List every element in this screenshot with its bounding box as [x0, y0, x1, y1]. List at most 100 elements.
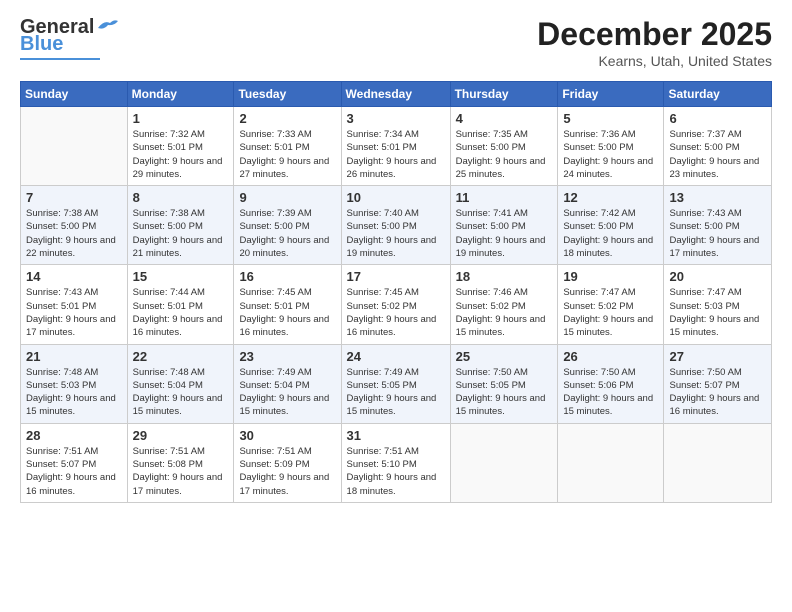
sun-info: Sunrise: 7:49 AMSunset: 5:04 PMDaylight:…: [239, 366, 335, 419]
sun-info: Sunrise: 7:32 AMSunset: 5:01 PMDaylight:…: [133, 128, 229, 181]
day-number: 4: [456, 111, 553, 126]
day-number: 2: [239, 111, 335, 126]
day-number: 19: [563, 269, 658, 284]
calendar-cell: 23 Sunrise: 7:49 AMSunset: 5:04 PMDayligh…: [234, 344, 341, 423]
col-header-friday: Friday: [558, 82, 664, 107]
sun-info: Sunrise: 7:47 AMSunset: 5:03 PMDaylight:…: [669, 286, 766, 339]
calendar-cell: 19 Sunrise: 7:47 AMSunset: 5:02 PMDayligh…: [558, 265, 664, 344]
day-number: 31: [347, 428, 445, 443]
calendar-cell: 30 Sunrise: 7:51 AMSunset: 5:09 PMDayligh…: [234, 423, 341, 502]
calendar-cell: 10Sunrise: 7:40 AMSunset: 5:00 PMDayligh…: [341, 186, 450, 265]
day-number: 18: [456, 269, 553, 284]
col-header-tuesday: Tuesday: [234, 82, 341, 107]
day-number: 30: [239, 428, 335, 443]
sun-info: Sunrise: 7:51 AMSunset: 5:09 PMDaylight:…: [239, 445, 335, 498]
day-number: 29: [133, 428, 229, 443]
day-number: 11: [456, 190, 553, 205]
calendar-cell: [450, 423, 558, 502]
col-header-saturday: Saturday: [664, 82, 772, 107]
calendar-cell: 22Sunrise: 7:48 AMSunset: 5:04 PMDayligh…: [127, 344, 234, 423]
calendar-week-row: 1 Sunrise: 7:32 AMSunset: 5:01 PMDaylight…: [21, 107, 772, 186]
calendar: SundayMondayTuesdayWednesdayThursdayFrid…: [20, 81, 772, 503]
sun-info: Sunrise: 7:41 AMSunset: 5:00 PMDaylight:…: [456, 207, 553, 260]
col-header-monday: Monday: [127, 82, 234, 107]
day-number: 8: [133, 190, 229, 205]
day-number: 24: [347, 349, 445, 364]
calendar-week-row: 28Sunrise: 7:51 AMSunset: 5:07 PMDayligh…: [21, 423, 772, 502]
sun-info: Sunrise: 7:38 AMSunset: 5:00 PMDaylight:…: [26, 207, 122, 260]
col-header-wednesday: Wednesday: [341, 82, 450, 107]
sun-info: Sunrise: 7:50 AMSunset: 5:07 PMDaylight:…: [669, 366, 766, 419]
sun-info: Sunrise: 7:36 AMSunset: 5:00 PMDaylight:…: [563, 128, 658, 181]
title-block: December 2025 Kearns, Utah, United State…: [537, 16, 772, 69]
calendar-cell: 11 Sunrise: 7:41 AMSunset: 5:00 PMDayligh…: [450, 186, 558, 265]
calendar-cell: 12Sunrise: 7:42 AMSunset: 5:00 PMDayligh…: [558, 186, 664, 265]
sun-info: Sunrise: 7:37 AMSunset: 5:00 PMDaylight:…: [669, 128, 766, 181]
month-title: December 2025: [537, 16, 772, 53]
calendar-cell: 21 Sunrise: 7:48 AMSunset: 5:03 PMDayligh…: [21, 344, 128, 423]
logo-blue: Blue: [20, 33, 63, 56]
day-number: 27: [669, 349, 766, 364]
calendar-cell: 14 Sunrise: 7:43 AMSunset: 5:01 PMDayligh…: [21, 265, 128, 344]
day-number: 21: [26, 349, 122, 364]
day-number: 9: [239, 190, 335, 205]
sun-info: Sunrise: 7:44 AMSunset: 5:01 PMDaylight:…: [133, 286, 229, 339]
sun-info: Sunrise: 7:34 AMSunset: 5:01 PMDaylight:…: [347, 128, 445, 181]
day-number: 5: [563, 111, 658, 126]
logo: General Blue: [20, 16, 118, 60]
sun-info: Sunrise: 7:50 AMSunset: 5:06 PMDaylight:…: [563, 366, 658, 419]
calendar-cell: 24 Sunrise: 7:49 AMSunset: 5:05 PMDayligh…: [341, 344, 450, 423]
logo-bird-icon: [96, 18, 118, 32]
day-number: 14: [26, 269, 122, 284]
calendar-week-row: 21 Sunrise: 7:48 AMSunset: 5:03 PMDayligh…: [21, 344, 772, 423]
sun-info: Sunrise: 7:48 AMSunset: 5:03 PMDaylight:…: [26, 366, 122, 419]
day-number: 10: [347, 190, 445, 205]
day-number: 17: [347, 269, 445, 284]
day-number: 25: [456, 349, 553, 364]
sun-info: Sunrise: 7:50 AMSunset: 5:05 PMDaylight:…: [456, 366, 553, 419]
calendar-cell: 28Sunrise: 7:51 AMSunset: 5:07 PMDayligh…: [21, 423, 128, 502]
day-number: 20: [669, 269, 766, 284]
calendar-cell: 8 Sunrise: 7:38 AMSunset: 5:00 PMDaylight…: [127, 186, 234, 265]
calendar-cell: 16Sunrise: 7:45 AMSunset: 5:01 PMDayligh…: [234, 265, 341, 344]
sun-info: Sunrise: 7:43 AMSunset: 5:00 PMDaylight:…: [669, 207, 766, 260]
calendar-cell: 15 Sunrise: 7:44 AMSunset: 5:01 PMDayligh…: [127, 265, 234, 344]
calendar-cell: 13 Sunrise: 7:43 AMSunset: 5:00 PMDayligh…: [664, 186, 772, 265]
day-number: 28: [26, 428, 122, 443]
calendar-cell: 4Sunrise: 7:35 AMSunset: 5:00 PMDaylight…: [450, 107, 558, 186]
calendar-cell: 18 Sunrise: 7:46 AMSunset: 5:02 PMDayligh…: [450, 265, 558, 344]
calendar-week-row: 14 Sunrise: 7:43 AMSunset: 5:01 PMDayligh…: [21, 265, 772, 344]
calendar-cell: 20 Sunrise: 7:47 AMSunset: 5:03 PMDayligh…: [664, 265, 772, 344]
day-number: 13: [669, 190, 766, 205]
header: General Blue December 2025 Kearns, Utah,…: [20, 16, 772, 69]
day-number: 15: [133, 269, 229, 284]
calendar-cell: 9Sunrise: 7:39 AMSunset: 5:00 PMDaylight…: [234, 186, 341, 265]
calendar-cell: 31 Sunrise: 7:51 AMSunset: 5:10 PMDayligh…: [341, 423, 450, 502]
calendar-week-row: 7Sunrise: 7:38 AMSunset: 5:00 PMDaylight…: [21, 186, 772, 265]
sun-info: Sunrise: 7:51 AMSunset: 5:08 PMDaylight:…: [133, 445, 229, 498]
calendar-cell: [664, 423, 772, 502]
sun-info: Sunrise: 7:38 AMSunset: 5:00 PMDaylight:…: [133, 207, 229, 260]
day-number: 3: [347, 111, 445, 126]
calendar-cell: [558, 423, 664, 502]
day-number: 6: [669, 111, 766, 126]
calendar-cell: 5 Sunrise: 7:36 AMSunset: 5:00 PMDaylight…: [558, 107, 664, 186]
calendar-cell: 3 Sunrise: 7:34 AMSunset: 5:01 PMDaylight…: [341, 107, 450, 186]
day-number: 1: [133, 111, 229, 126]
sun-info: Sunrise: 7:33 AMSunset: 5:01 PMDaylight:…: [239, 128, 335, 181]
calendar-cell: 17Sunrise: 7:45 AMSunset: 5:02 PMDayligh…: [341, 265, 450, 344]
page: General Blue December 2025 Kearns, Utah,…: [0, 0, 792, 612]
sun-info: Sunrise: 7:46 AMSunset: 5:02 PMDaylight:…: [456, 286, 553, 339]
day-number: 22: [133, 349, 229, 364]
calendar-cell: 27 Sunrise: 7:50 AMSunset: 5:07 PMDayligh…: [664, 344, 772, 423]
sun-info: Sunrise: 7:51 AMSunset: 5:10 PMDaylight:…: [347, 445, 445, 498]
logo-underline: [20, 58, 100, 60]
sun-info: Sunrise: 7:47 AMSunset: 5:02 PMDaylight:…: [563, 286, 658, 339]
day-number: 23: [239, 349, 335, 364]
sun-info: Sunrise: 7:43 AMSunset: 5:01 PMDaylight:…: [26, 286, 122, 339]
calendar-cell: 29 Sunrise: 7:51 AMSunset: 5:08 PMDayligh…: [127, 423, 234, 502]
day-number: 26: [563, 349, 658, 364]
sun-info: Sunrise: 7:45 AMSunset: 5:01 PMDaylight:…: [239, 286, 335, 339]
calendar-cell: 2 Sunrise: 7:33 AMSunset: 5:01 PMDaylight…: [234, 107, 341, 186]
sun-info: Sunrise: 7:49 AMSunset: 5:05 PMDaylight:…: [347, 366, 445, 419]
